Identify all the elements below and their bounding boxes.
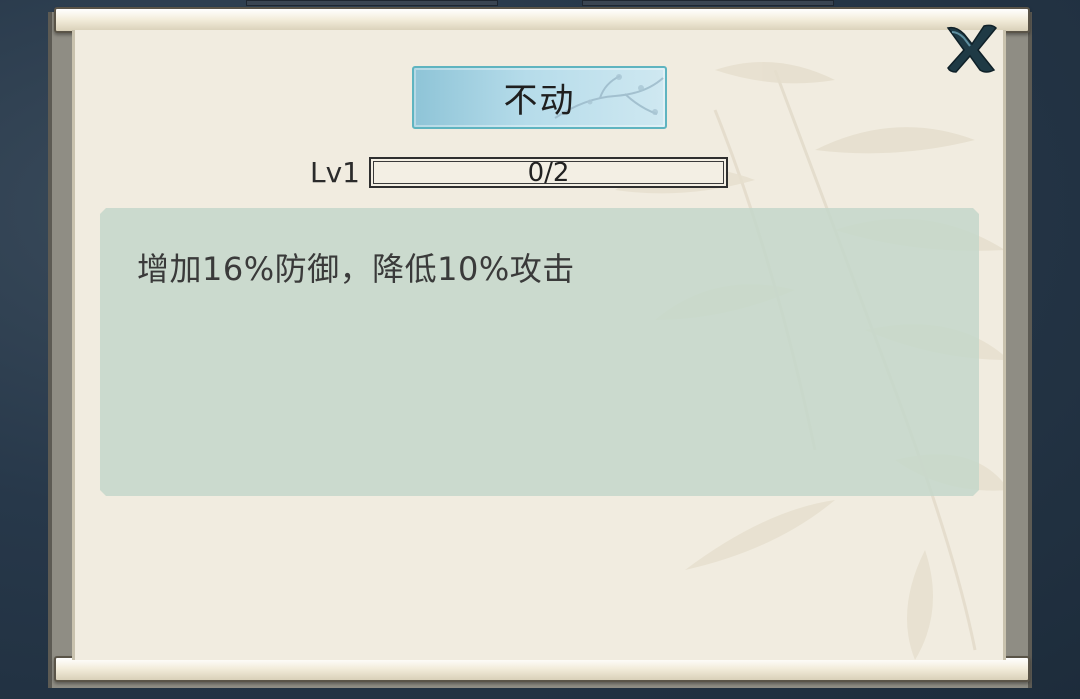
progress-text: 0/2 [527,157,570,188]
skill-name: 不动 [503,81,576,121]
experience-progress-bar: 0/2 [369,157,728,188]
close-icon [946,24,998,73]
game-screen: 不动 Lv1 0/2 增加16%防御，降低10%攻击 [0,0,1080,699]
skill-description-panel: 增加16%防御，降低10%攻击 [100,208,979,496]
level-label: Lv1 [310,156,360,189]
close-button[interactable] [942,20,998,76]
skill-description: 增加16%防御，降低10%攻击 [137,250,575,288]
skill-name-button[interactable]: 不动 [412,66,667,129]
